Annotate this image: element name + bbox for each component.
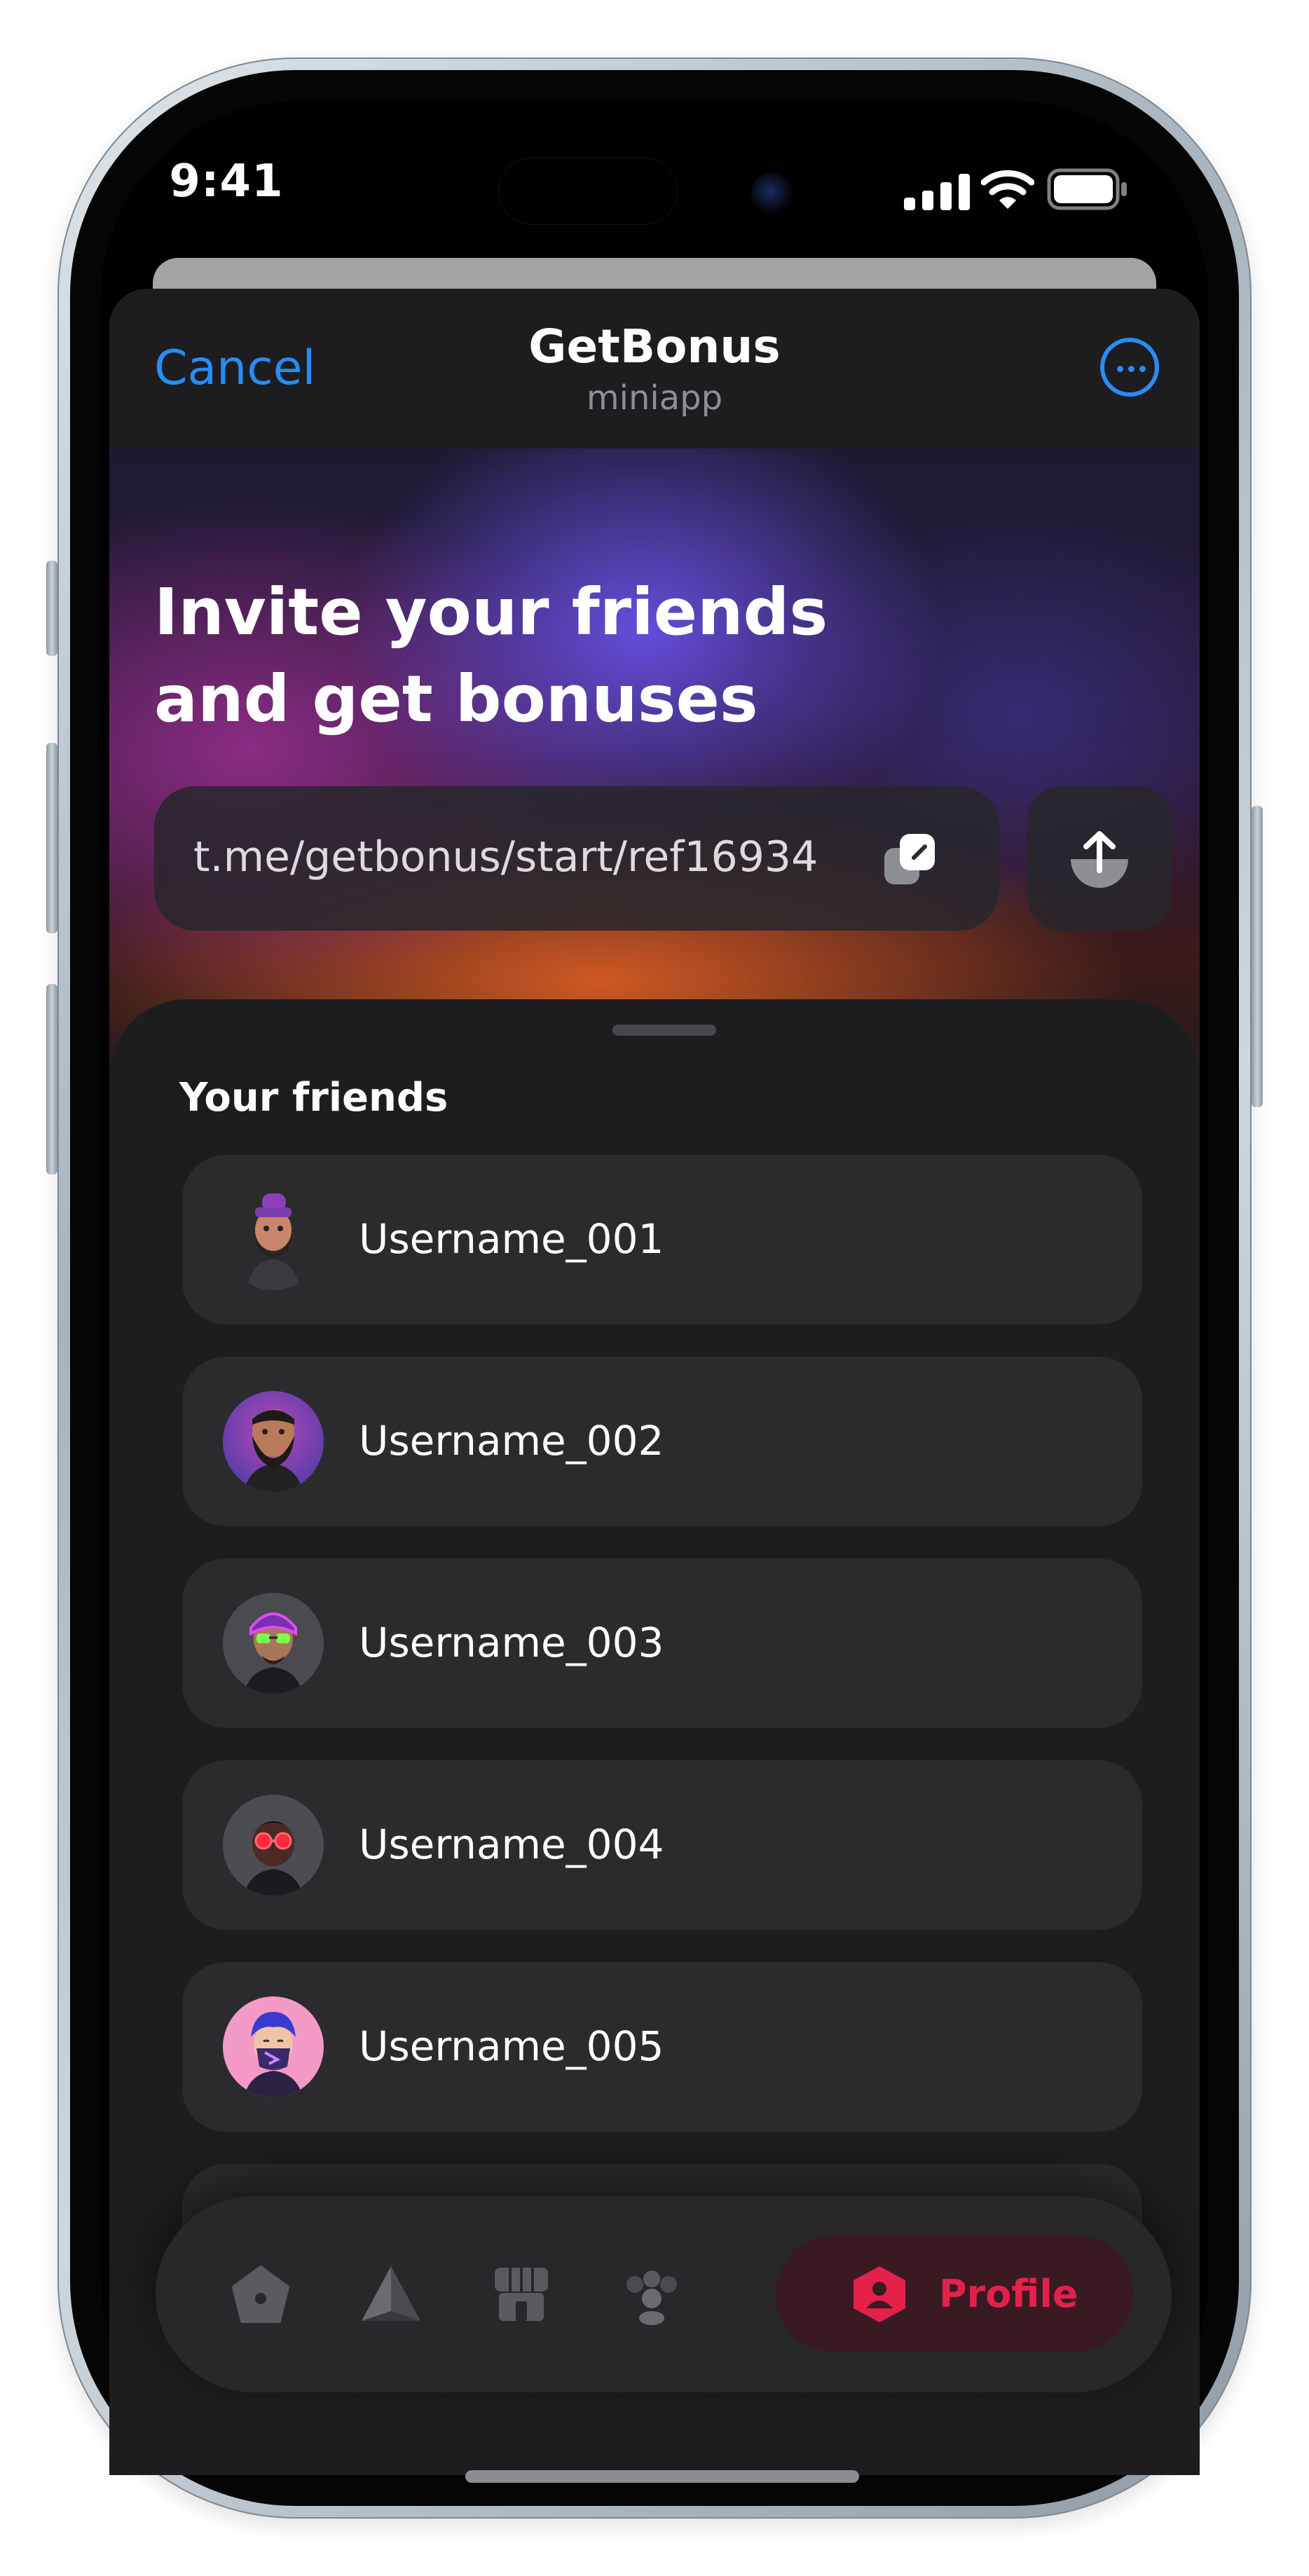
nav-header: Cancel GetBonus miniapp xyxy=(109,289,1200,448)
friend-list-item[interactable]: Username_004 xyxy=(182,1760,1142,1930)
friend-avatar-icon xyxy=(223,1391,324,1492)
hero-title-line-1: Invite your friends xyxy=(154,575,828,650)
friend-avatar-icon xyxy=(223,1996,324,2097)
action-button xyxy=(46,561,57,656)
friend-username: Username_002 xyxy=(359,1417,664,1465)
friend-username: Username_004 xyxy=(359,1821,664,1868)
home-indicator[interactable] xyxy=(465,2470,859,2483)
status-time: 9:41 xyxy=(169,156,284,207)
friend-list-item[interactable]: Username_001 xyxy=(182,1155,1142,1324)
friends-section-title: Your friends xyxy=(179,1075,448,1121)
miniapp-sheet: Invite your friends and get bonuses t.me… xyxy=(109,289,1200,2475)
volume-up-button xyxy=(46,743,57,933)
friend-list-item[interactable]: Username_003 xyxy=(182,1558,1142,1728)
hero-title-line-2: and get bonuses xyxy=(154,662,758,737)
power-button xyxy=(1252,806,1263,1107)
app-title: GetBonus xyxy=(528,320,781,374)
share-icon xyxy=(1071,831,1128,888)
copy-icon[interactable] xyxy=(880,830,939,889)
friend-username: Username_005 xyxy=(359,2022,664,2070)
battery-icon xyxy=(1047,168,1127,210)
dynamic-island xyxy=(499,158,677,224)
home-icon[interactable] xyxy=(228,2262,293,2327)
sheet-grabber[interactable] xyxy=(612,1025,716,1036)
hero-title: Invite your friends and get bonuses xyxy=(154,569,925,743)
tab-profile[interactable]: Profile xyxy=(775,2235,1134,2352)
referral-link-field[interactable]: t.me/getbonus/start/ref16934 xyxy=(154,786,999,931)
app-subtitle: miniapp xyxy=(586,378,723,418)
friend-username: Username_001 xyxy=(359,1215,664,1263)
share-button[interactable] xyxy=(1027,786,1172,931)
friend-list-item[interactable]: Username_002 xyxy=(182,1357,1142,1526)
signal-icon xyxy=(904,174,970,210)
wifi-icon xyxy=(981,170,1034,209)
pyramid-icon[interactable] xyxy=(359,2262,423,2327)
store-icon[interactable] xyxy=(489,2262,554,2327)
friend-list-item[interactable]: Username_005 xyxy=(182,1962,1142,2132)
friends-icon[interactable] xyxy=(619,2262,684,2327)
profile-icon xyxy=(854,2266,905,2322)
friend-avatar-icon xyxy=(223,1593,324,1694)
ellipsis-circle-icon[interactable] xyxy=(1100,338,1159,397)
tab-bar: Profile xyxy=(156,2196,1172,2392)
front-camera xyxy=(751,172,793,214)
referral-link-text: t.me/getbonus/start/ref16934 xyxy=(193,833,818,882)
friend-username: Username_003 xyxy=(359,1619,664,1666)
friend-avatar-icon xyxy=(223,1189,324,1290)
friend-avatar-icon xyxy=(223,1795,324,1896)
tab-profile-label: Profile xyxy=(939,2272,1078,2316)
volume-down-button xyxy=(46,984,57,1174)
